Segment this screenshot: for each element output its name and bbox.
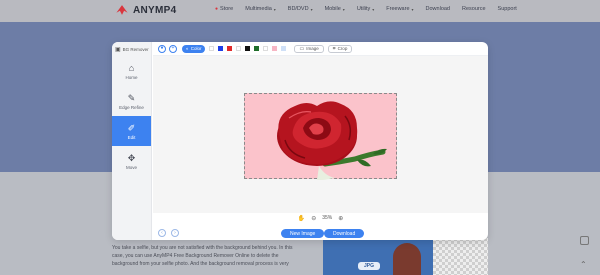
chevron-down-icon: ▾ [372, 6, 375, 12]
chevron-down-icon: ▾ [411, 6, 414, 12]
color-button[interactable]: ◐ Color [182, 44, 206, 53]
image-label: Image [306, 46, 319, 51]
color-swatches [205, 46, 287, 51]
brand-logo[interactable]: ANYMP4 [115, 3, 176, 17]
sidebar-item-label: Home [125, 74, 138, 80]
redo-button[interactable]: › [171, 229, 179, 237]
article-text: You take a selfie, but you are not satis… [112, 245, 293, 267]
nav-item-label: BD/DVD [287, 6, 309, 12]
zoom-level: 35% [322, 215, 333, 221]
sidebar-item-edge-refine[interactable]: ✎ Edge Refine [112, 86, 151, 116]
nav-item-label: Download [425, 6, 450, 12]
add-button[interactable]: + [169, 44, 177, 53]
nav-item-multimedia[interactable]: Multimedia ▾ [245, 6, 276, 12]
nav-item-utility[interactable]: Utility ▾ [357, 6, 374, 12]
reset-button[interactable]: ● [158, 44, 166, 53]
color-swatch[interactable] [236, 46, 242, 51]
nav-item-label: Freeware [386, 6, 410, 12]
chevron-down-icon: ▾ [273, 6, 276, 12]
nav-menu: ● Store Multimedia ▾ BD/DVD ▾ Mobile ▾ Utility ▾ F… [215, 6, 529, 12]
color-swatch[interactable] [272, 46, 278, 51]
crop-button[interactable]: ⌗ Crop [327, 44, 353, 53]
example-image-original: JPG [323, 238, 433, 275]
sidebar-item-move[interactable]: ✥ Move [112, 146, 151, 176]
nav-item-label: Store [220, 6, 234, 12]
nav-item-resource[interactable]: Resource [462, 6, 486, 12]
top-navbar: ANYMP4 ● Store Multimedia ▾ BD/DVD ▾ Mobile ▾ Ut… [0, 0, 600, 22]
color-swatch[interactable] [245, 46, 251, 51]
editor-toolbar: ● + ◐ Color ▭ Image ⌗ Crop [153, 42, 488, 56]
rose-image [277, 101, 387, 180]
nav-item-label: Mobile [324, 6, 341, 12]
bg-remover-modal: ▣ BG Remover ⌂ Home ✎ Edge Refine ✐ Edit… [112, 42, 488, 240]
zoom-controls: ✋ ⊖ 35% ⊕ [153, 213, 488, 223]
undo-button[interactable]: ‹ [158, 229, 166, 237]
image-icon: ▭ [299, 45, 305, 52]
nav-item-store[interactable]: ● Store [215, 6, 233, 12]
sidebar-item-label: Move [125, 164, 137, 170]
modal-title-label: BG Remover [122, 46, 149, 52]
modal-title: ▣ BG Remover [112, 42, 151, 56]
image-button[interactable]: ▭ Image [294, 44, 324, 53]
color-swatch[interactable] [227, 46, 233, 51]
store-dot-icon: ● [215, 6, 219, 12]
zoom-in-icon[interactable]: ⊕ [338, 215, 343, 222]
scroll-top-icon[interactable]: ⌃ [580, 260, 587, 269]
nav-item-download[interactable]: Download [426, 6, 450, 12]
sidebar-item-label: Edge Refine [119, 104, 144, 110]
chevron-down-icon: ▾ [342, 6, 345, 12]
app-icon: ▣ [115, 46, 121, 53]
chat-icon[interactable] [580, 236, 589, 245]
person-photo [393, 243, 421, 275]
sidebar-item-edit[interactable]: ✐ Edit [112, 116, 151, 146]
editor-sidebar: ▣ BG Remover ⌂ Home ✎ Edge Refine ✐ Edit… [112, 42, 152, 240]
nav-item-support[interactable]: Support [498, 6, 517, 12]
editor-canvas[interactable] [153, 56, 488, 213]
color-swatch[interactable] [281, 46, 287, 51]
nav-item-bd-dvd[interactable]: BD/DVD ▾ [288, 6, 313, 12]
zoom-out-icon[interactable]: ⊖ [311, 215, 316, 222]
nav-item-label: Utility [356, 6, 371, 12]
hand-icon[interactable]: ✋ [298, 215, 305, 222]
color-swatch[interactable] [218, 46, 224, 51]
format-badge: JPG [358, 262, 381, 270]
nav-item-label: Multimedia [245, 6, 272, 12]
home-icon: ⌂ [128, 62, 135, 73]
editor-footer: ‹ › New Image Download [153, 226, 488, 240]
nav-item-label: Support [497, 6, 517, 12]
sidebar-item-label: Edit [127, 134, 136, 140]
example-image-transparent [433, 238, 488, 275]
move-arrows-icon: ✥ [127, 152, 136, 163]
edit-pencil-icon: ✎ [127, 92, 136, 103]
crop-label: Crop [337, 46, 348, 51]
color-swatch[interactable] [263, 46, 269, 51]
nav-item-label: Resource [462, 6, 486, 12]
new-image-button[interactable]: New Image [281, 229, 325, 238]
download-button[interactable]: Download [324, 229, 365, 238]
crop-icon: ⌗ [332, 45, 336, 52]
image-edit-icon: ✐ [127, 122, 136, 133]
nav-item-freeware[interactable]: Freeware ▾ [386, 6, 413, 12]
color-icon: ◐ [186, 46, 189, 51]
brand-name: ANYMP4 [133, 4, 177, 16]
edited-image[interactable] [244, 93, 397, 180]
sidebar-item-home[interactable]: ⌂ Home [112, 56, 151, 86]
color-swatch[interactable] [209, 46, 215, 51]
nav-item-mobile[interactable]: Mobile ▾ [325, 6, 345, 12]
color-swatch[interactable] [254, 46, 260, 51]
chevron-down-icon: ▾ [310, 6, 313, 12]
color-label: Color [190, 46, 202, 51]
logo-icon [116, 5, 128, 15]
